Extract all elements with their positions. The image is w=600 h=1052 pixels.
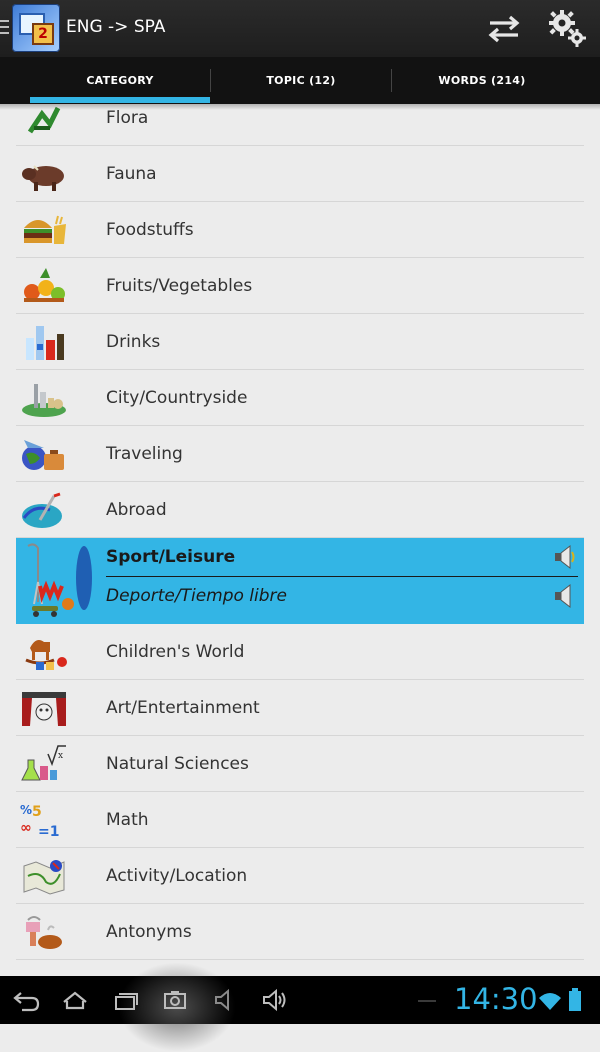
tab-selected-indicator (30, 97, 210, 103)
svg-text:%: % (20, 803, 32, 817)
settings-gear-icon[interactable] (546, 8, 588, 48)
recent-apps-icon[interactable] (110, 986, 140, 1014)
list-item-label: Drinks (106, 332, 161, 352)
system-navigation-bar: 14:30 (0, 962, 600, 1052)
list-item-label: Foodstuffs (106, 220, 194, 240)
category-list[interactable]: Flora Fauna Foodstuffs Fruits/Vegetables… (16, 104, 584, 976)
notification-dash (418, 1000, 436, 1002)
list-item-traveling[interactable]: Traveling (16, 426, 584, 482)
list-item-label: Flora (106, 108, 149, 128)
svg-text:5: 5 (32, 804, 42, 820)
tab-topic[interactable]: TOPIC (12) (211, 57, 391, 104)
list-item-math[interactable]: % 5 ∞ =1 Math (16, 792, 584, 848)
city-icon (20, 378, 68, 418)
list-item-city-countryside[interactable]: City/Countryside (16, 370, 584, 426)
swap-languages-icon[interactable] (484, 12, 524, 46)
svg-text:=1: =1 (38, 824, 59, 840)
status-clock[interactable]: 14:30 (454, 982, 538, 1016)
list-item-label: Fruits/Vegetables (106, 276, 253, 296)
speaker-english-icon[interactable] (552, 544, 578, 570)
list-item-fauna[interactable]: Fauna (16, 146, 584, 202)
volume-up-icon[interactable] (260, 986, 290, 1014)
back-icon[interactable] (10, 986, 40, 1014)
list-item-antonyms[interactable]: Antonyms (16, 904, 584, 960)
map-icon (20, 490, 68, 530)
action-bar: 2 ENG -> SPA (0, 0, 600, 57)
list-item-label: Fauna (106, 164, 157, 184)
list-item-foodstuffs[interactable]: Foodstuffs (16, 202, 584, 258)
category-translation-label: Deporte/Tiempo libre (106, 586, 287, 606)
location-map-icon (20, 856, 68, 896)
bottles-icon (20, 322, 68, 362)
list-item-label: Natural Sciences (106, 754, 249, 774)
app-logo-icon[interactable]: 2 (12, 4, 60, 52)
list-item-sport-leisure[interactable]: Sport/Leisure Deporte/Tiempo libre (16, 538, 584, 624)
list-item-label: Abroad (106, 500, 167, 520)
translation-divider (106, 576, 578, 577)
list-item-label: Math (106, 810, 149, 830)
list-item-abroad[interactable]: Abroad (16, 482, 584, 538)
list-item-label: City/Countryside (106, 388, 248, 408)
volume-down-icon[interactable] (210, 986, 240, 1014)
antonyms-icon (20, 912, 68, 952)
list-item-label: Children's World (106, 642, 245, 662)
list-item-flora[interactable]: Flora (16, 104, 584, 146)
battery-icon (568, 988, 582, 1012)
list-item-childrens-world[interactable]: Children's World (16, 624, 584, 680)
science-icon: x (20, 744, 68, 784)
rocking-horse-icon (20, 632, 68, 672)
tab-words[interactable]: WORDS (214) (392, 57, 572, 104)
theater-icon (20, 688, 68, 728)
list-item-art-entertainment[interactable]: Art/Entertainment (16, 680, 584, 736)
list-item-natural-sciences[interactable]: x Natural Sciences (16, 736, 584, 792)
math-icon: % 5 ∞ =1 (20, 800, 68, 840)
list-item-label: Antonyms (106, 922, 192, 942)
svg-text:x: x (58, 751, 63, 761)
list-item-drinks[interactable]: Drinks (16, 314, 584, 370)
list-item-label: Activity/Location (106, 866, 248, 886)
boar-icon (20, 154, 68, 194)
globe-luggage-icon (20, 434, 68, 474)
app-title: ENG -> SPA (66, 17, 166, 37)
fruit-basket-icon (20, 266, 68, 306)
list-item-activity-location[interactable]: Activity/Location (16, 848, 584, 904)
wifi-icon (538, 990, 562, 1012)
home-icon[interactable] (60, 986, 90, 1014)
drawer-indicator-icon[interactable] (0, 20, 9, 36)
speaker-translation-icon[interactable] (552, 583, 578, 609)
sports-icon (24, 542, 94, 620)
category-english-label: Sport/Leisure (106, 547, 236, 567)
svg-text:∞: ∞ (20, 820, 32, 836)
list-item-label: Traveling (106, 444, 183, 464)
burger-icon (20, 210, 68, 250)
list-item-label: Art/Entertainment (106, 698, 260, 718)
screenshot-icon[interactable] (160, 986, 190, 1014)
list-item-fruits-vegetables[interactable]: Fruits/Vegetables (16, 258, 584, 314)
